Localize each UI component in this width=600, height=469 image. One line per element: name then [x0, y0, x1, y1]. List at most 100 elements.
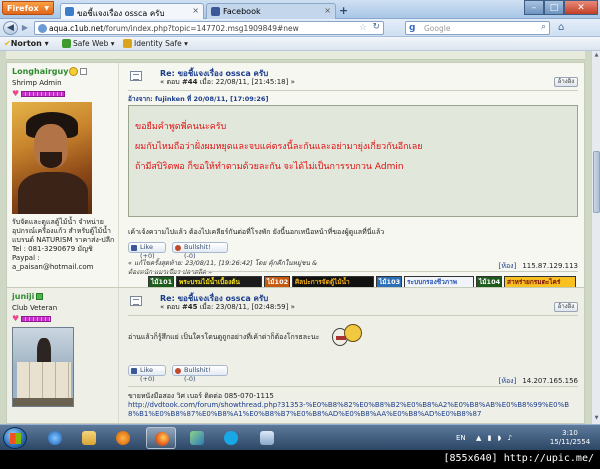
- like-label: Like (+0): [140, 366, 155, 383]
- video-taskbar-icon[interactable]: [252, 427, 282, 449]
- post-text: เค้าเจ้งความไปแล้ว ต้องไปเคลียร์กันต่อที…: [128, 228, 385, 236]
- author-signature: รับจัดและดูแลตู้ไม้น้ำ จำหน่ายอุปกรณ์เคร…: [12, 218, 115, 271]
- clock-time: 3:10: [562, 429, 578, 437]
- author-rank: Club Veteran: [12, 304, 58, 312]
- bullshit-label: Bullshit! (-0): [184, 366, 211, 383]
- divider: [128, 315, 578, 316]
- scroll-down-icon[interactable]: ▼: [593, 415, 600, 423]
- skype-taskbar-icon[interactable]: [216, 427, 246, 449]
- report-link[interactable]: [ห้อง]: [499, 377, 517, 385]
- url-bar[interactable]: aqua.c1ub.net/forum/index.php?topic=1477…: [34, 21, 384, 35]
- search-icon[interactable]: ⌕: [541, 22, 546, 32]
- quote-button[interactable]: อ้างอิง: [554, 77, 578, 87]
- quote-line: ผมกับไหมถือว่าฝั่งผมหยุดและจบแค่ตรงนี้ละ…: [135, 142, 423, 152]
- maximize-icon[interactable]: □: [544, 0, 564, 15]
- internet-explorer-taskbar-icon[interactable]: [40, 427, 70, 449]
- like-icon: [131, 368, 137, 374]
- window-controls: – □ ✕: [524, 0, 598, 15]
- author-name-row: juniji: [12, 292, 118, 301]
- explorer-taskbar-icon[interactable]: [74, 427, 104, 449]
- photo-viewer-taskbar-icon[interactable]: [182, 427, 212, 449]
- rank-progress-bar: [21, 315, 52, 322]
- bookmark-star-icon[interactable]: ☆: [359, 23, 367, 33]
- avatar: [12, 327, 74, 407]
- bullshit-label: Bullshit! (-0): [184, 243, 211, 260]
- offline-status-icon: [80, 68, 88, 75]
- report-link[interactable]: [ห้อง]: [499, 262, 517, 270]
- like-button[interactable]: Like (+0): [128, 242, 166, 260]
- search-input[interactable]: g Google ⌕: [405, 21, 550, 35]
- author-name-row: Longhairguy: [12, 67, 118, 76]
- close-tab-icon[interactable]: ×: [192, 6, 199, 15]
- norton-logo[interactable]: ✔Norton ▾: [4, 39, 49, 48]
- reload-icon[interactable]: ↻: [372, 22, 380, 32]
- language-indicator[interactable]: EN: [456, 434, 466, 442]
- post-body: Re: ขอชี้แจงเรื่อง ossca ครับ « ตอบ #44 …: [120, 63, 584, 294]
- norton-safe-web-button[interactable]: Safe Web ▾: [62, 39, 115, 48]
- reaction-buttons: Like (+0) Bullshit! (-0): [128, 242, 578, 260]
- back-button[interactable]: ◀: [3, 21, 18, 35]
- post-author-sidebar: Longhairguy Shrimp Admin ♥ รับจัดและดูแล…: [7, 63, 119, 294]
- scroll-up-icon[interactable]: ▲: [593, 52, 600, 60]
- firefox-menu-button[interactable]: Firefox ▼: [2, 1, 54, 15]
- new-tab-button[interactable]: +: [339, 4, 348, 17]
- search-placeholder: Google: [424, 24, 451, 33]
- post-icon: [130, 296, 142, 306]
- forum-post: juniji Club Veteran ♥ Re: ขอชี้แจงเรื่อง…: [6, 287, 585, 424]
- url-domain: aqua.c1ub.net: [49, 24, 104, 33]
- facebook-favicon-icon: [211, 7, 220, 16]
- like-button[interactable]: Like (+0): [128, 365, 166, 383]
- post-meta-prefix: « ตอบ: [160, 303, 180, 311]
- post-number: #45: [181, 303, 198, 311]
- home-icon[interactable]: ⌂: [558, 22, 572, 34]
- site-identity-icon[interactable]: [38, 24, 47, 33]
- media-player-taskbar-icon[interactable]: [108, 427, 138, 449]
- quote-button[interactable]: อ้างอิง: [554, 302, 578, 312]
- clock[interactable]: 3:10 15/11/2554: [544, 429, 596, 447]
- tray-icons[interactable]: ▲ ▮ ◗ ♪: [476, 434, 514, 442]
- close-tab-icon[interactable]: ×: [324, 6, 331, 15]
- post-meta-prefix: « ตอบ: [160, 78, 180, 86]
- forum-post: Longhairguy Shrimp Admin ♥ รับจัดและดูแล…: [6, 62, 585, 295]
- norton-check-icon: ✔: [4, 39, 11, 48]
- norton-identity-safe-button[interactable]: Identity Safe ▾: [123, 39, 188, 48]
- smiley-icon: [69, 67, 79, 76]
- close-window-icon[interactable]: ✕: [564, 0, 598, 15]
- safe-web-label: Safe Web: [73, 39, 109, 48]
- forward-button[interactable]: ▶: [19, 23, 31, 33]
- author-name-link[interactable]: Longhairguy: [12, 67, 68, 76]
- author-name-link[interactable]: juniji: [12, 292, 34, 301]
- windows-logo-icon: [10, 433, 21, 444]
- browser-tab-bar: Firefox ▼ ขอชี้แจงเรื่อง ossca ครับ × Fac…: [0, 0, 600, 19]
- start-button[interactable]: [3, 427, 27, 449]
- google-icon[interactable]: g: [409, 23, 415, 33]
- windows-taskbar: EN ▲ ▮ ◗ ♪ 3:10 15/11/2554: [0, 424, 600, 450]
- post-header: Re: ขอชี้แจงเรื่อง ossca ครับ « ตอบ #44 …: [128, 67, 578, 89]
- safe-web-icon: [62, 39, 71, 48]
- ip-address: 14.207.165.156: [522, 377, 578, 385]
- minimize-icon[interactable]: –: [524, 0, 544, 15]
- post-author-sidebar: juniji Club Veteran ♥: [7, 288, 119, 423]
- quote-header[interactable]: อ้างจาก: fujinken ที่ 20/08/11, [17:09:2…: [128, 94, 578, 104]
- tab-forum[interactable]: ขอชี้แจงเรื่อง ossca ครับ ×: [60, 3, 204, 19]
- signature-link[interactable]: http://dvdtook.com/forum/showthread.php?…: [128, 401, 578, 419]
- bullshit-button[interactable]: Bullshit! (-0): [172, 242, 228, 260]
- previous-post-strip: [6, 51, 585, 60]
- tab-facebook[interactable]: Facebook ×: [206, 3, 336, 19]
- norton-toolbar: ✔Norton ▾ Safe Web ▾ Identity Safe ▾: [0, 37, 600, 51]
- navigation-bar: ◀ ▶ aqua.c1ub.net/forum/index.php?topic=…: [0, 19, 600, 37]
- signature-divider: [128, 386, 578, 387]
- firefox-taskbar-icon[interactable]: [146, 427, 176, 449]
- upload-watermark: [855x640] http://upic.me/: [0, 450, 600, 469]
- post-body: Re: ขอชี้แจงเรื่อง ossca ครับ « ตอบ #45 …: [120, 288, 584, 423]
- author-rank: Shrimp Admin: [12, 79, 62, 87]
- scrollbar-thumb[interactable]: [593, 151, 600, 213]
- cartoon-emoticon-icon: [330, 324, 364, 350]
- vertical-scrollbar[interactable]: ▲ ▼: [591, 51, 600, 424]
- system-tray: EN ▲ ▮ ◗ ♪ 3:10 15/11/2554: [446, 427, 596, 449]
- ip-address: 115.87.129.113: [522, 262, 578, 270]
- url-path: /forum/index.php?topic=147702.msg1909849…: [103, 24, 299, 33]
- bullshit-button[interactable]: Bullshit! (-0): [172, 365, 228, 383]
- post-meta: « ตอบ #45 เมื่อ: 23/08/11, [02:48:59] »: [160, 302, 295, 313]
- quote-line: ขอยืมคำพูดพี่คนนะครับ: [135, 122, 227, 132]
